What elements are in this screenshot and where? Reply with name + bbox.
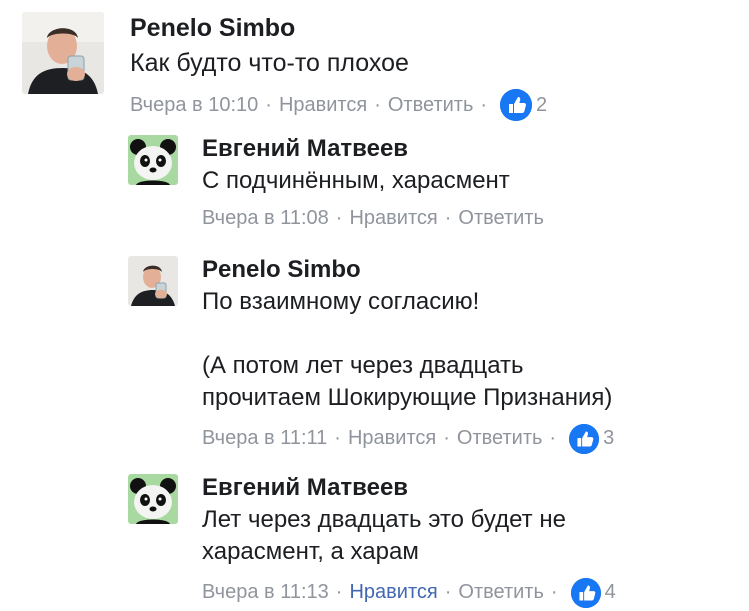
comment-author[interactable]: Penelo Simbo <box>202 256 614 284</box>
like-link[interactable]: Нравится <box>348 427 436 450</box>
separator: · <box>374 93 381 116</box>
comment-author[interactable]: Евгений Матвеев <box>202 135 544 163</box>
reaction-summary[interactable]: 2 <box>500 89 548 122</box>
reaction-count: 4 <box>604 581 616 604</box>
separator: · <box>550 581 558 604</box>
avatar[interactable] <box>128 256 178 306</box>
separator: · <box>335 581 343 604</box>
comment-text: Лет через двадцать это будет не харасмен… <box>202 505 566 565</box>
separator: · <box>443 427 450 450</box>
comment-meta: Вчера в 11:08 · Нравится · Ответить <box>202 207 544 230</box>
comment-meta: Вчера в 11:11 · Нравится · Ответить · 3 <box>202 423 615 454</box>
avatar[interactable] <box>128 474 178 524</box>
reply-link[interactable]: Ответить <box>388 94 474 117</box>
comment-author[interactable]: Penelo Simbo <box>130 14 547 43</box>
reply-link[interactable]: Ответить <box>458 581 544 604</box>
reaction-summary[interactable]: 4 <box>570 577 616 608</box>
separator: · <box>335 206 343 229</box>
avatar[interactable] <box>128 135 178 185</box>
reaction-count: 3 <box>603 427 615 450</box>
comment-text: С подчинённым, харасмент <box>202 166 510 194</box>
comment-meta: Вчера в 11:13 · Нравится · Ответить · 4 <box>202 577 616 608</box>
separator: · <box>265 93 272 116</box>
comment-timestamp[interactable]: Вчера в 11:13 <box>202 581 329 604</box>
reply-link[interactable]: Ответить <box>457 427 543 450</box>
separator: · <box>549 427 557 450</box>
separator: · <box>444 206 452 229</box>
avatar[interactable] <box>22 12 104 94</box>
thumbs-up-icon <box>570 577 601 608</box>
reply-comment: Евгений Матвеев Лет через двадцать это б… <box>128 474 616 608</box>
comment-timestamp[interactable]: Вчера в 10:10 <box>130 94 258 117</box>
panda-avatar-icon <box>128 135 178 185</box>
like-link[interactable]: Нравится <box>349 581 437 604</box>
comment: Penelo Simbo Как будто что-то плохое Вче… <box>22 12 548 122</box>
reaction-summary[interactable]: 3 <box>569 423 615 454</box>
comment-thread: Penelo Simbo Как будто что-то плохое Вче… <box>0 0 749 611</box>
man-photo-avatar-icon <box>22 12 104 94</box>
man-photo-avatar-icon <box>128 256 178 306</box>
like-link[interactable]: Нравится <box>279 94 367 117</box>
reply-comment: Penelo Simbo По взаимному согласию! (А п… <box>128 256 614 454</box>
reply-comment: Евгений Матвеев С подчинённым, харасмент… <box>128 135 544 230</box>
comment-timestamp[interactable]: Вчера в 11:11 <box>202 427 327 450</box>
separator: · <box>444 581 452 604</box>
separator: · <box>334 427 341 450</box>
thumbs-up-icon <box>500 89 533 122</box>
thumbs-up-icon <box>569 423 600 454</box>
panda-avatar-icon <box>128 474 178 524</box>
like-link[interactable]: Нравится <box>349 207 437 230</box>
comment-meta: Вчера в 10:10 · Нравится · Ответить · 2 <box>130 89 548 122</box>
comment-timestamp[interactable]: Вчера в 11:08 <box>202 207 329 230</box>
separator: · <box>480 93 488 116</box>
comment-text: По взаимному согласию! (А потом лет чере… <box>202 287 613 411</box>
reaction-count: 2 <box>536 93 548 116</box>
comment-author[interactable]: Евгений Матвеев <box>202 474 616 502</box>
reply-link[interactable]: Ответить <box>458 207 544 230</box>
comment-text: Как будто что-то плохое <box>130 48 409 77</box>
